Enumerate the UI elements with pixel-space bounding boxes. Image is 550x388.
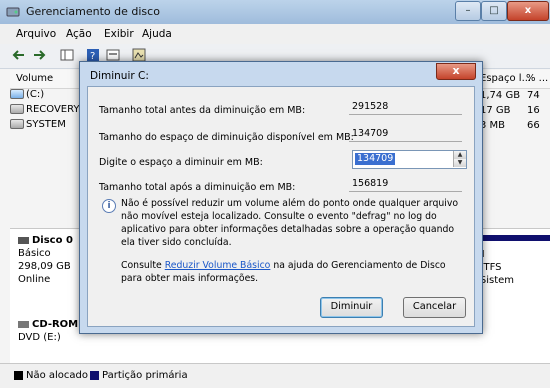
info-text: Não é possível reduzir um volume além do… [121, 198, 459, 248]
dialog-body: Tamanho total antes da diminuição em MB:… [87, 86, 475, 327]
maximize-button[interactable]: □ [481, 1, 507, 21]
info-icon: i [102, 199, 116, 213]
primary-swatch [90, 370, 99, 380]
shrink-amount-value: 134709 [355, 153, 396, 165]
window-close-button[interactable]: x [507, 1, 549, 21]
percent-free-cell: 16 [527, 105, 540, 116]
shrink-dialog: Diminuir C: x Tamanho total antes da dim… [79, 61, 483, 334]
legend-unallocated: Não alocado [14, 370, 88, 381]
menu-acao[interactable]: Ação [66, 28, 92, 40]
cdrom-drive: DVD (E:) [18, 332, 61, 343]
disk0-size: 298,09 GB [18, 261, 71, 272]
cancel-button[interactable]: Cancelar [403, 297, 466, 318]
total-after-value: 156819 [349, 176, 462, 192]
menu-exibir[interactable]: Exibir [104, 28, 134, 40]
volume-name: (C:) [26, 89, 45, 100]
column-volume[interactable]: Volume [16, 73, 53, 84]
volume-icon [10, 119, 24, 129]
disk-settings-icon[interactable] [132, 48, 146, 62]
title-bar: Gerenciamento de disco – □ x [0, 0, 550, 24]
free-space-cell: 1,74 GB [480, 90, 521, 101]
total-before-label: Tamanho total antes da diminuição em MB: [99, 105, 306, 116]
available-label: Tamanho do espaço de diminuição disponív… [99, 132, 354, 143]
cdrom-name[interactable]: CD-ROM 0 [18, 319, 89, 330]
forward-arrow-icon[interactable] [32, 48, 46, 62]
shrink-button[interactable]: Diminuir [320, 297, 383, 318]
consult-text: Consulte Reduzir Volume Básico na ajuda … [121, 260, 446, 284]
unallocated-swatch [14, 370, 23, 380]
column-percent-free[interactable]: % ... [526, 73, 548, 84]
back-arrow-icon[interactable] [12, 48, 26, 62]
percent-free-cell: 66 [527, 120, 540, 131]
menu-ajuda[interactable]: Ajuda [142, 28, 172, 40]
legend-bar: Não alocado Partição primária [0, 363, 550, 388]
volume-icon [10, 104, 24, 114]
column-free-space[interactable]: Espaço l... [480, 73, 531, 84]
available-value: 134709 [349, 126, 462, 142]
dialog-close-button[interactable]: x [436, 63, 476, 80]
volume-icon [10, 89, 24, 99]
total-after-label: Tamanho total após a diminuição em MB: [99, 182, 296, 193]
partition-bar [474, 235, 550, 241]
disk0-type: Básico [18, 248, 51, 259]
menu-arquivo[interactable]: Arquivo [16, 28, 56, 40]
disk-icon [18, 236, 29, 244]
spin-down-button[interactable]: ▼ [453, 159, 466, 167]
total-before-value: 291528 [349, 99, 462, 115]
shrink-amount-input[interactable]: 134709 ▲ ▼ [352, 150, 467, 169]
volume-row[interactable]: SYSTEM [10, 119, 66, 133]
free-space-cell: 17 GB [480, 105, 511, 116]
cdrom-icon [18, 320, 29, 328]
legend-primary: Partição primária [90, 370, 188, 381]
volume-row[interactable]: (C:) [10, 89, 44, 103]
percent-free-cell: 74 [527, 90, 540, 101]
console-tree-icon[interactable] [60, 48, 74, 62]
enter-amount-label: Digite o espaço a diminuir em MB: [99, 157, 263, 168]
window-title: Gerenciamento de disco [26, 5, 160, 18]
spin-up-button[interactable]: ▲ [453, 151, 466, 159]
dialog-title: Diminuir C: [90, 70, 149, 82]
help-icon[interactable]: ? [86, 48, 100, 62]
minimize-button[interactable]: – [455, 1, 481, 21]
help-link[interactable]: Reduzir Volume Básico [165, 260, 271, 271]
free-space-cell: 3 MB [480, 120, 506, 131]
menu-bar: Arquivo Ação Exibir Ajuda [0, 24, 550, 44]
disk0-name[interactable]: Disco 0 [18, 235, 73, 246]
volume-name: SYSTEM [26, 119, 66, 130]
disk-management-icon [6, 7, 20, 17]
disk0-status: Online [18, 274, 51, 285]
properties-icon[interactable] [106, 48, 120, 62]
